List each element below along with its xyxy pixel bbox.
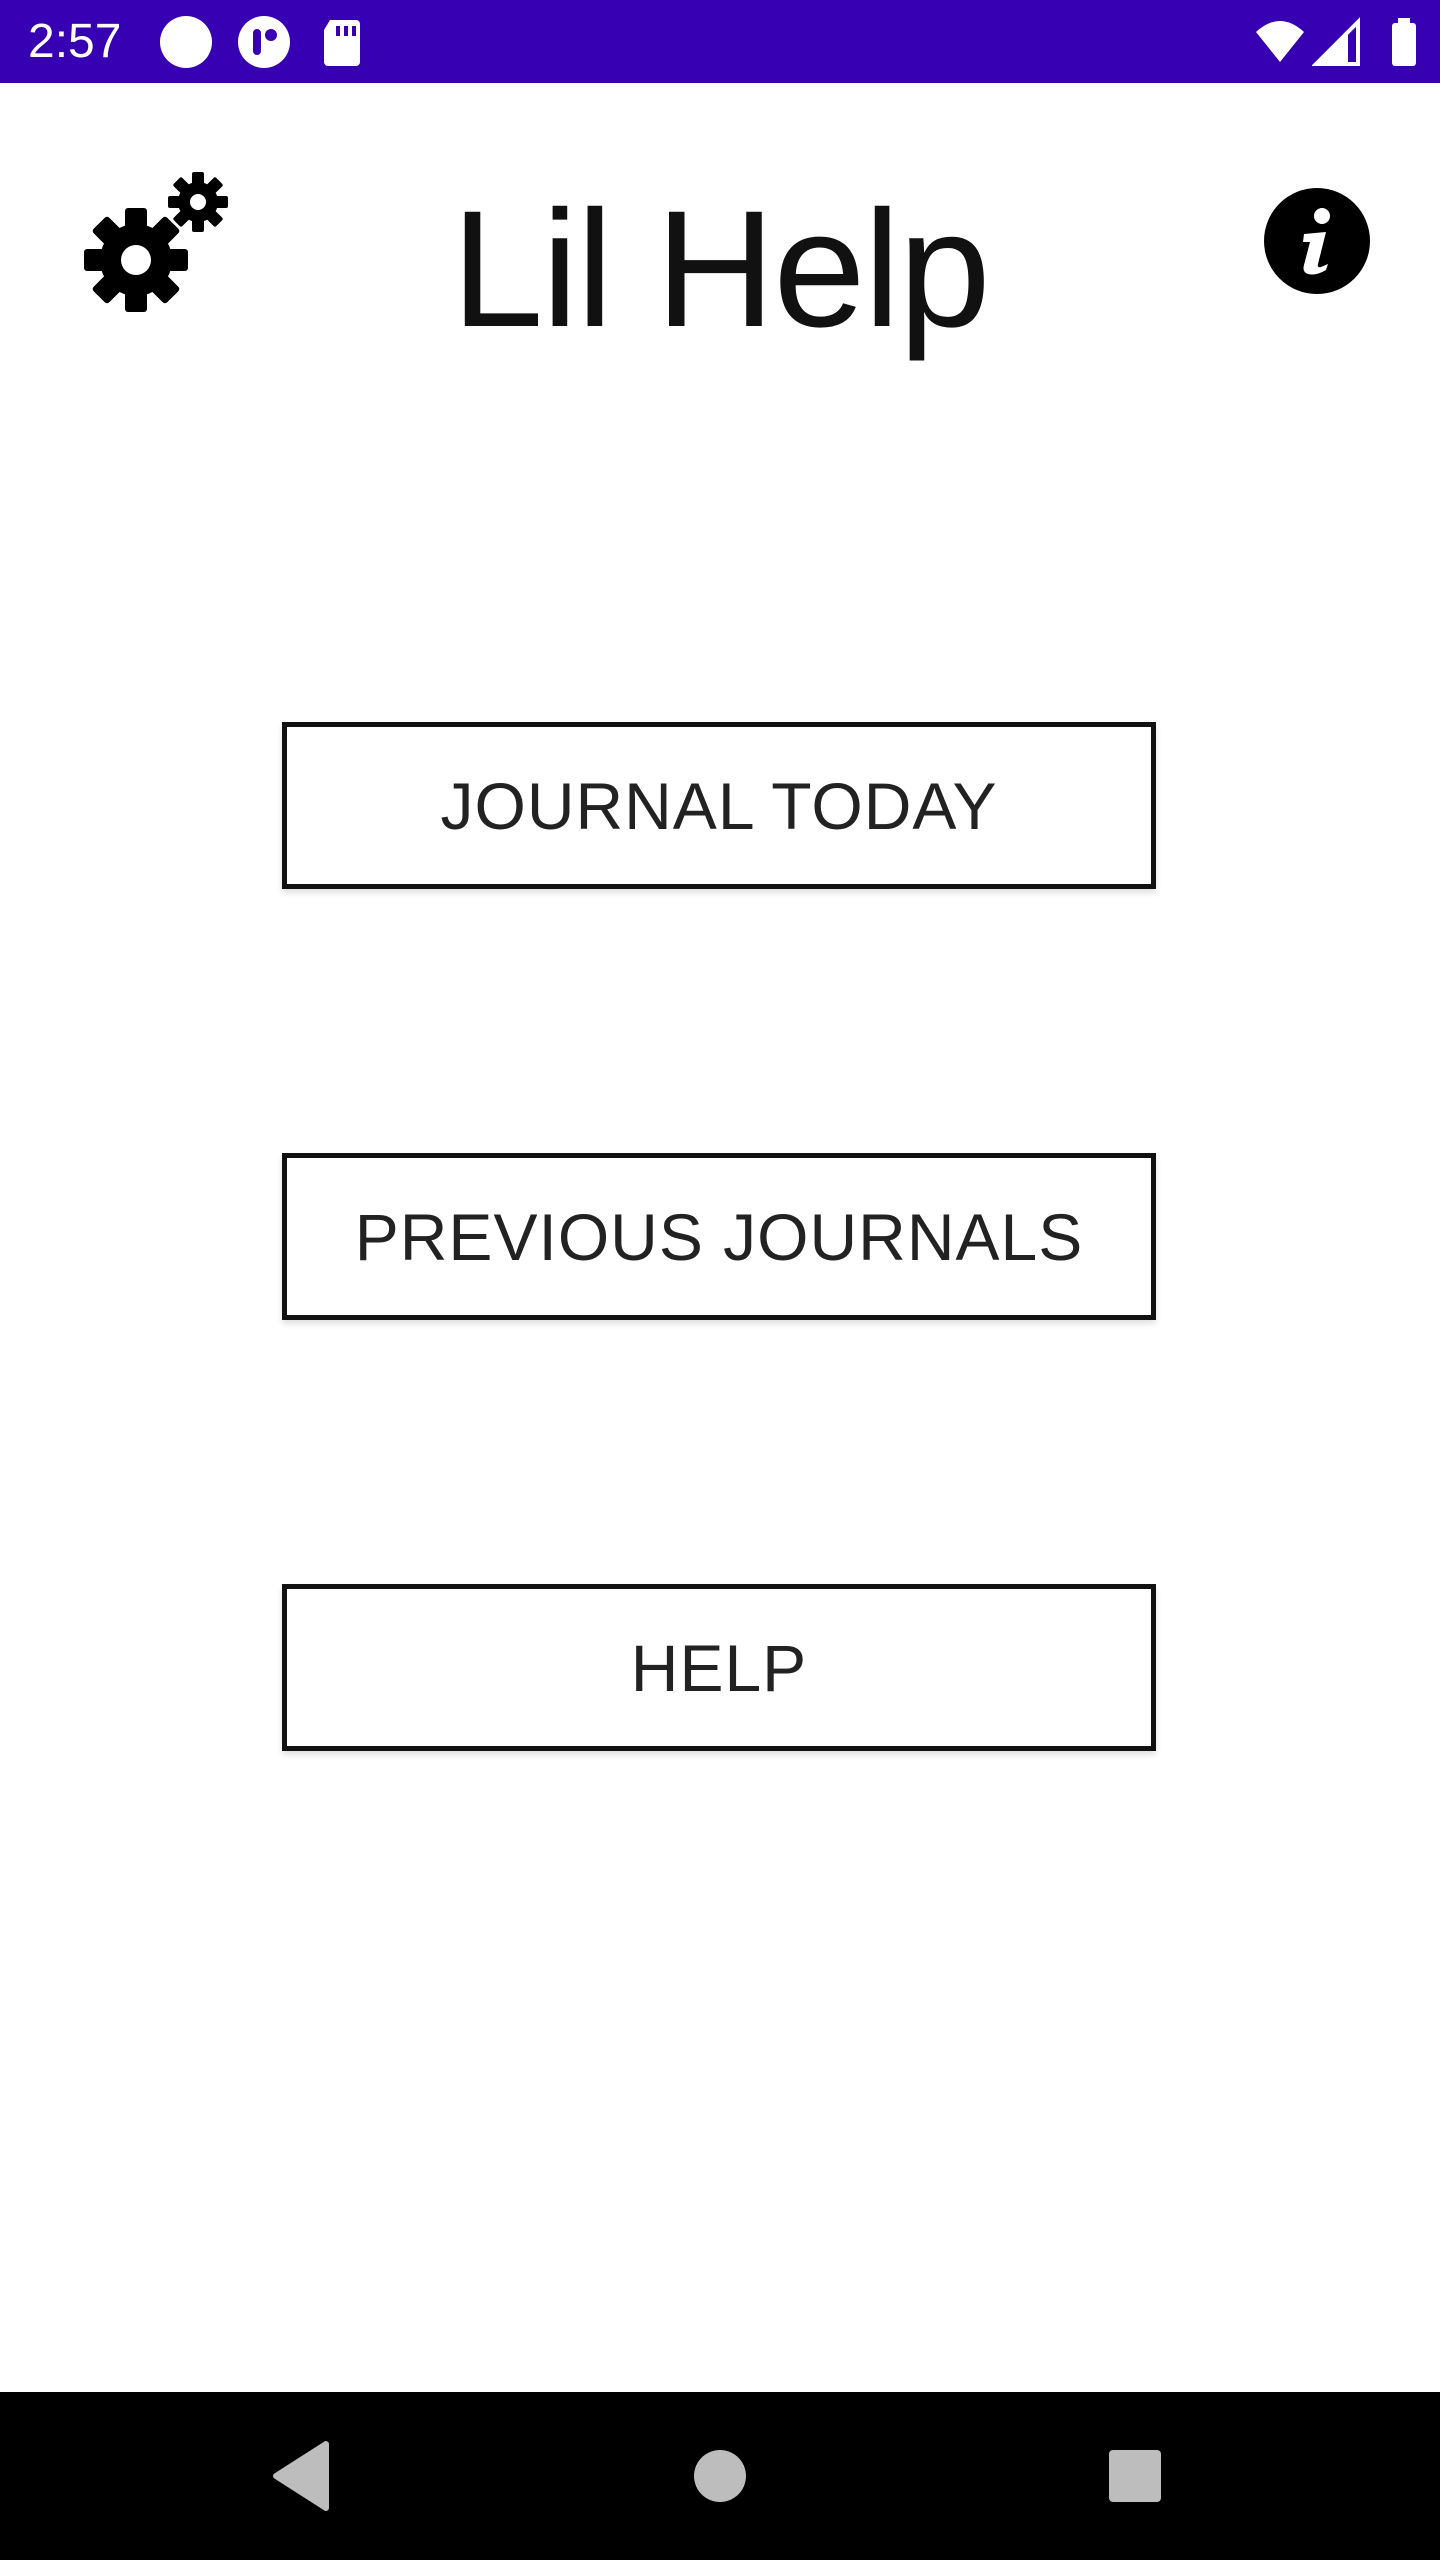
app-title: Lil Help xyxy=(451,177,991,362)
journal-today-label: JOURNAL TODAY xyxy=(440,768,998,843)
wifi-icon xyxy=(1256,21,1304,62)
journal-today-button[interactable]: JOURNAL TODAY xyxy=(282,722,1156,889)
sd-card-icon xyxy=(324,20,360,66)
help-label: HELP xyxy=(630,1630,808,1705)
battery-icon xyxy=(1392,18,1416,66)
cellular-signal-icon xyxy=(1312,17,1360,66)
status-bar: 2:57 xyxy=(0,0,1440,83)
navigation-bar xyxy=(0,2392,1440,2560)
circle-notification-icon xyxy=(160,16,212,68)
status-time: 2:57 xyxy=(28,15,122,68)
back-icon[interactable] xyxy=(200,2392,400,2560)
app-notification-icon xyxy=(238,16,290,68)
info-icon[interactable] xyxy=(1264,188,1370,294)
home-icon[interactable] xyxy=(620,2392,820,2560)
previous-journals-label: PREVIOUS JOURNALS xyxy=(354,1199,1084,1274)
help-button[interactable]: HELP xyxy=(282,1584,1156,1751)
home-screen: 2:57 Lil Help JOURNAL TODAY PREVIOUS JOU… xyxy=(0,0,1440,2560)
recents-icon[interactable] xyxy=(1035,2392,1235,2560)
previous-journals-button[interactable]: PREVIOUS JOURNALS xyxy=(282,1153,1156,1320)
